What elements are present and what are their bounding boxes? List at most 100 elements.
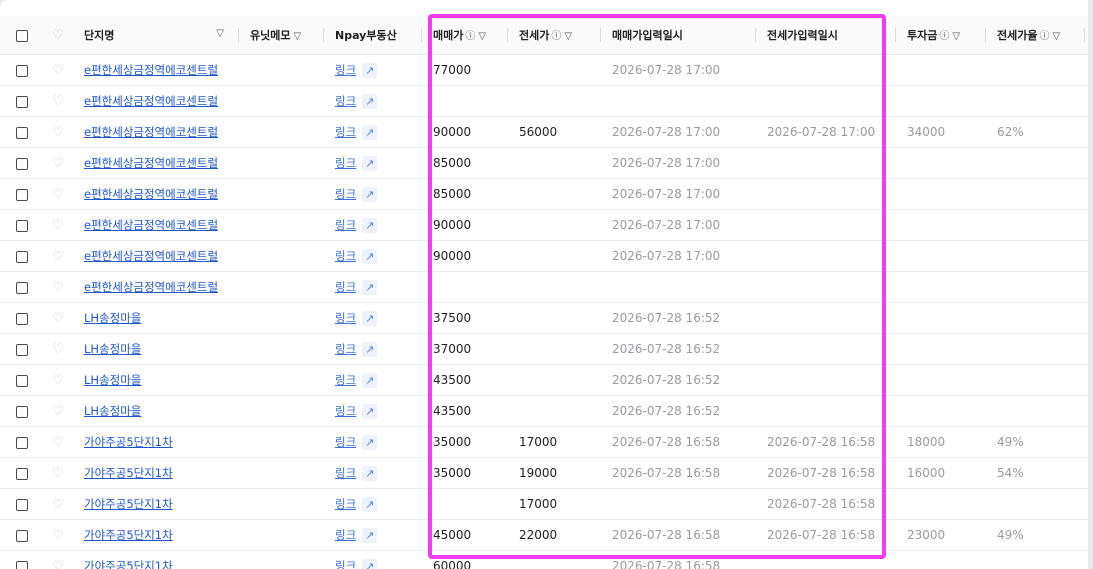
header-select-all[interactable] <box>0 16 44 55</box>
heart-icon[interactable]: ♡ <box>52 187 64 202</box>
unit-memo-cell[interactable] <box>238 364 323 396</box>
row-select[interactable] <box>0 457 44 489</box>
row-favorite[interactable]: ♡ <box>44 209 72 241</box>
header-sale-price[interactable]: 매매가 ⓘ ▽ <box>421 16 507 55</box>
unit-memo-cell[interactable] <box>238 116 323 148</box>
heart-icon[interactable]: ♡ <box>52 218 64 233</box>
header-jeonse-price[interactable]: 전세가 ⓘ ▽ <box>507 16 600 55</box>
row-select[interactable] <box>0 85 44 117</box>
unit-memo-cell[interactable] <box>238 178 323 210</box>
header-jeonse-ratio[interactable]: 전세가율 ⓘ ▽ <box>985 16 1084 55</box>
unit-memo-cell[interactable] <box>238 488 323 520</box>
row-favorite[interactable]: ♡ <box>44 488 72 520</box>
filter-icon[interactable]: ▽ <box>478 31 486 42</box>
heart-icon[interactable]: ♡ <box>52 373 64 388</box>
unit-memo-cell[interactable] <box>238 395 323 427</box>
table-row[interactable]: ♡ 가야주공5단지1차 링크 ↗ 35000 17000 2026-07-28 16:58 2… <box>0 426 1088 458</box>
row-select[interactable] <box>0 302 44 334</box>
npay-link[interactable]: 링크 <box>335 186 356 202</box>
external-link-icon[interactable]: ↗ <box>362 310 378 326</box>
row-favorite[interactable]: ♡ <box>44 116 72 148</box>
row-select[interactable] <box>0 54 44 86</box>
table-row[interactable]: ♡ 가야주공5단지1차 링크 ↗ 17000 2026-07-28 16:58 <box>0 488 1088 520</box>
heart-icon[interactable]: ♡ <box>52 94 64 109</box>
complex-link[interactable]: 가야주공5단지1차 <box>84 435 173 449</box>
row-select[interactable] <box>0 333 44 365</box>
complex-link[interactable]: e편한세상금정역에코센트럴 <box>84 249 218 263</box>
npay-link[interactable]: 링크 <box>335 372 356 388</box>
checkbox-icon[interactable] <box>16 560 28 569</box>
complex-link[interactable]: e편한세상금정역에코센트럴 <box>84 187 218 201</box>
table-row[interactable]: ♡ LH송정마을 링크 ↗ 43500 2026-07-28 16:52 <box>0 395 1088 427</box>
row-select[interactable] <box>0 116 44 148</box>
table-row[interactable]: ♡ e편한세상금정역에코센트럴 링크 ↗ 90000 56000 2026-07-28 17… <box>0 116 1088 148</box>
checkbox-icon[interactable] <box>16 312 28 325</box>
row-select[interactable] <box>0 395 44 427</box>
external-link-icon[interactable]: ↗ <box>362 124 378 140</box>
checkbox-icon[interactable] <box>16 436 28 449</box>
external-link-icon[interactable]: ↗ <box>362 186 378 202</box>
checkbox-icon[interactable] <box>16 374 28 387</box>
info-icon[interactable]: ⓘ <box>465 31 475 42</box>
complex-link[interactable]: 가야주공5단지1차 <box>84 528 173 542</box>
header-investment[interactable]: 투자금 ⓘ ▽ <box>895 16 985 55</box>
unit-memo-cell[interactable] <box>238 426 323 458</box>
row-select[interactable] <box>0 271 44 303</box>
external-link-icon[interactable]: ↗ <box>362 341 378 357</box>
npay-link[interactable]: 링크 <box>335 527 356 543</box>
info-icon[interactable]: ⓘ <box>1039 31 1049 42</box>
unit-memo-cell[interactable] <box>238 457 323 489</box>
row-select[interactable] <box>0 364 44 396</box>
heart-icon[interactable]: ♡ <box>52 559 64 569</box>
filter-icon[interactable]: ▽ <box>293 31 301 42</box>
table-row[interactable]: ♡ e편한세상금정역에코센트럴 링크 ↗ 85000 2026-07-28 17:00 <box>0 178 1088 210</box>
table-row[interactable]: ♡ e편한세상금정역에코센트럴 링크 ↗ 77000 2026-07-28 17:00 <box>0 54 1088 86</box>
npay-link[interactable]: 링크 <box>335 403 356 419</box>
npay-link[interactable]: 링크 <box>335 558 356 569</box>
complex-link[interactable]: e편한세상금정역에코센트럴 <box>84 63 218 77</box>
external-link-icon[interactable]: ↗ <box>362 527 378 543</box>
external-link-icon[interactable]: ↗ <box>362 403 378 419</box>
unit-memo-cell[interactable] <box>238 147 323 179</box>
external-link-icon[interactable]: ↗ <box>362 248 378 264</box>
checkbox-icon[interactable] <box>16 343 28 356</box>
heart-icon[interactable]: ♡ <box>52 342 64 357</box>
checkbox-icon[interactable] <box>16 95 28 108</box>
npay-link[interactable]: 링크 <box>335 155 356 171</box>
unit-memo-cell[interactable] <box>238 271 323 303</box>
row-select[interactable] <box>0 550 44 569</box>
table-row[interactable]: ♡ e편한세상금정역에코센트럴 링크 ↗ <box>0 271 1088 303</box>
info-icon[interactable]: ⓘ <box>551 31 561 42</box>
filter-icon[interactable]: ▽ <box>216 28 224 39</box>
external-link-icon[interactable]: ↗ <box>362 217 378 233</box>
npay-link[interactable]: 링크 <box>335 310 356 326</box>
npay-link[interactable]: 링크 <box>335 124 356 140</box>
complex-link[interactable]: e편한세상금정역에코센트럴 <box>84 156 218 170</box>
checkbox-icon[interactable] <box>16 157 28 170</box>
complex-link[interactable]: 가야주공5단지1차 <box>84 466 173 480</box>
filter-icon[interactable]: ▽ <box>564 31 572 42</box>
table-row[interactable]: ♡ e편한세상금정역에코센트럴 링크 ↗ 90000 2026-07-28 17:00 <box>0 209 1088 241</box>
table-row[interactable]: ♡ e편한세상금정역에코센트럴 링크 ↗ 90000 2026-07-28 17:00 <box>0 240 1088 272</box>
unit-memo-cell[interactable] <box>238 333 323 365</box>
checkbox-icon[interactable] <box>16 29 28 42</box>
complex-link[interactable]: e편한세상금정역에코센트럴 <box>84 94 218 108</box>
npay-link[interactable]: 링크 <box>335 93 356 109</box>
row-favorite[interactable]: ♡ <box>44 147 72 179</box>
heart-icon[interactable]: ♡ <box>52 528 64 543</box>
row-favorite[interactable]: ♡ <box>44 333 72 365</box>
complex-link[interactable]: e편한세상금정역에코센트럴 <box>84 218 218 232</box>
heart-icon[interactable]: ♡ <box>52 497 64 512</box>
row-favorite[interactable]: ♡ <box>44 54 72 86</box>
heart-icon[interactable]: ♡ <box>52 404 64 419</box>
heart-icon[interactable]: ♡ <box>52 435 64 450</box>
heart-icon[interactable]: ♡ <box>52 280 64 295</box>
external-link-icon[interactable]: ↗ <box>362 496 378 512</box>
row-select[interactable] <box>0 147 44 179</box>
unit-memo-cell[interactable] <box>238 54 323 86</box>
row-favorite[interactable]: ♡ <box>44 240 72 272</box>
unit-memo-cell[interactable] <box>238 85 323 117</box>
table-row[interactable]: ♡ e편한세상금정역에코센트럴 링크 ↗ 85000 2026-07-28 17:00 <box>0 147 1088 179</box>
external-link-icon[interactable]: ↗ <box>362 93 378 109</box>
complex-link[interactable]: 가야주공5단지1차 <box>84 497 173 511</box>
